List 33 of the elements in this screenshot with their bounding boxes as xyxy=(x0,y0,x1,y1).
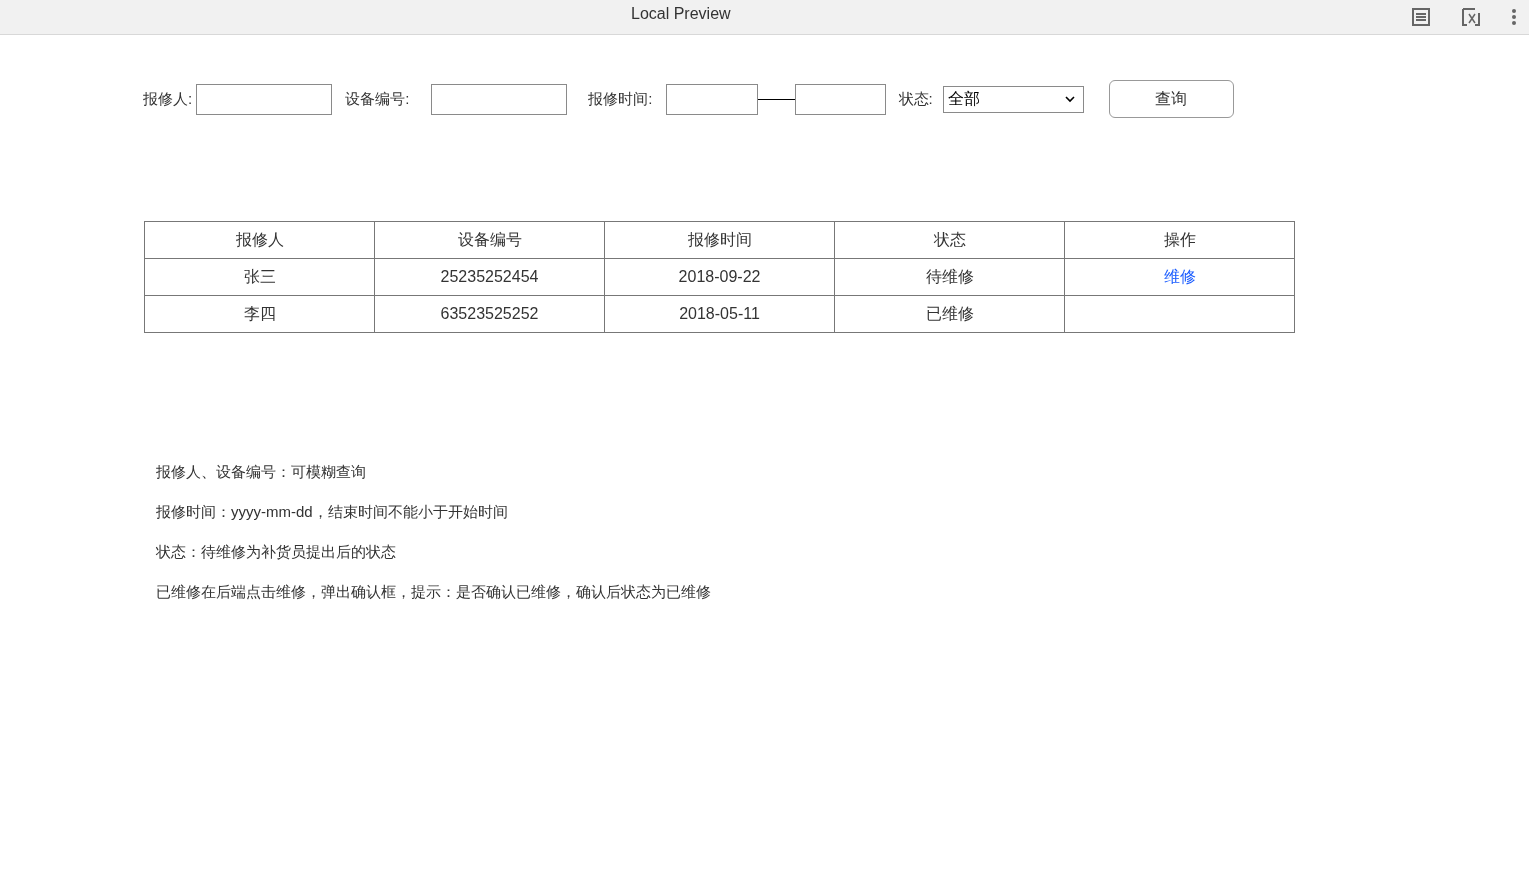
field-label: 报修时间: xyxy=(588,88,653,109)
field-label: 设备编号: xyxy=(345,88,410,109)
document-icon[interactable] xyxy=(1411,7,1431,27)
date-field[interactable] xyxy=(794,83,886,115)
column-header: 报修人 xyxy=(144,221,375,259)
window-title: Local Preview xyxy=(631,4,731,24)
column-header: 设备编号 xyxy=(374,221,605,259)
table-cell: 2018-09-22 xyxy=(604,258,835,296)
date-field[interactable] xyxy=(665,83,758,115)
table-cell: 已维修 xyxy=(834,295,1065,333)
table-cell: 25235252454 xyxy=(374,258,605,296)
table-cell: 张三 xyxy=(144,258,375,296)
note-text: 报修人、设备编号：可模糊查询 xyxy=(156,462,367,482)
chevron-down-icon xyxy=(1064,95,1075,103)
table-cell: 待维修 xyxy=(834,258,1065,296)
table-cell: 63523525252 xyxy=(374,295,605,333)
field-label: 报修人: xyxy=(143,88,193,109)
more-icon[interactable] xyxy=(1511,8,1517,26)
query-button[interactable]: 查询 xyxy=(1108,80,1234,118)
input-field[interactable] xyxy=(196,83,333,115)
repair-link[interactable]: 维修 xyxy=(1163,268,1196,285)
status-dropdown[interactable]: 全部 xyxy=(942,85,1084,113)
note-text: 已维修在后端点击维修，弹出确认框，提示：是否确认已维修，确认后状态为已维修 xyxy=(156,582,712,602)
column-header: 操作 xyxy=(1064,221,1295,259)
column-header: 状态 xyxy=(834,221,1065,259)
field-label: 状态: xyxy=(898,88,933,109)
note-text: 状态：待维修为补货员提出后的状态 xyxy=(156,542,397,562)
table-cell: 2018-05-11 xyxy=(604,295,835,333)
column-header: 报修时间 xyxy=(604,221,835,259)
input-field[interactable] xyxy=(431,83,568,115)
table-cell: 李四 xyxy=(144,295,375,333)
note-text: 报修时间：yyyy-mm-dd，结束时间不能小于开始时间 xyxy=(156,502,509,522)
formula-icon[interactable] xyxy=(1461,7,1481,27)
